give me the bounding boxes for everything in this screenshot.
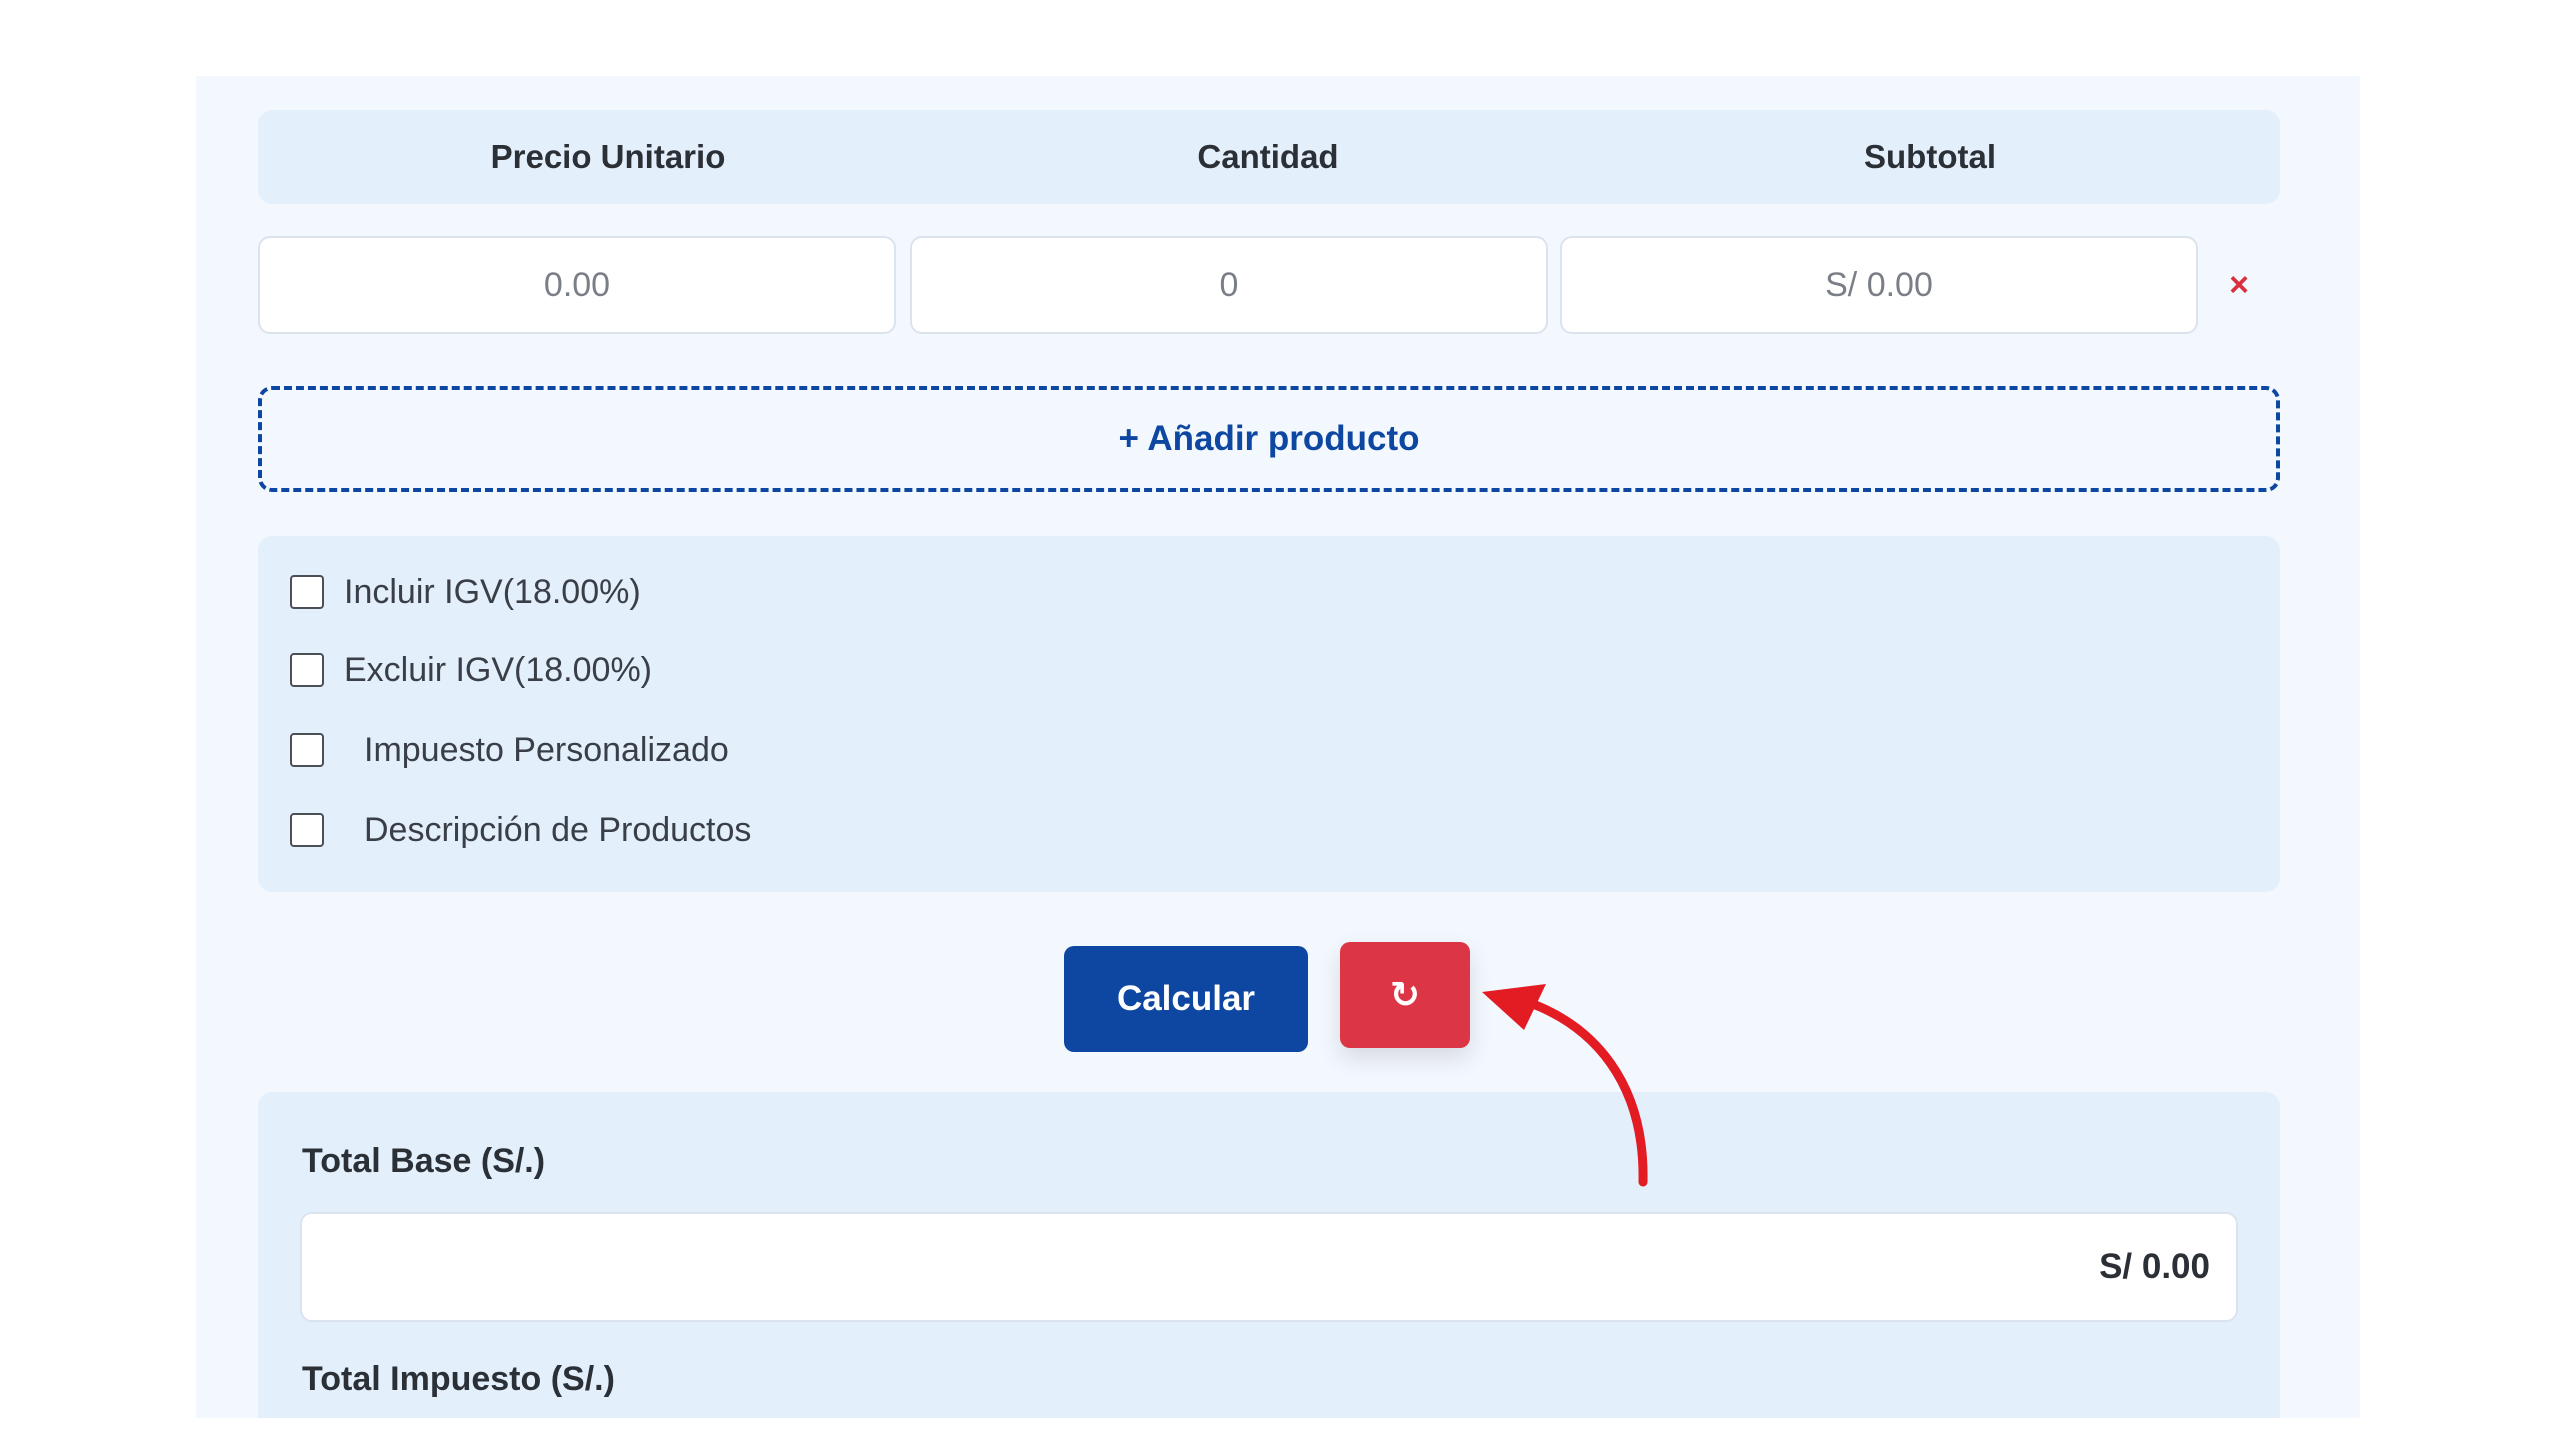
total-base-field: S/ 0.00	[300, 1212, 2238, 1322]
include-igv-label: Incluir IGV(18.00%)	[344, 572, 641, 611]
option-product-description[interactable]: Descripción de Productos	[290, 810, 751, 850]
tax-options: Incluir IGV(18.00%) Excluir IGV(18.00%) …	[258, 536, 2280, 892]
exclude-igv-label: Excluir IGV(18.00%)	[344, 650, 652, 689]
unit-price-input[interactable]: 0.00	[258, 236, 896, 334]
include-igv-checkbox[interactable]	[290, 575, 324, 609]
results-section: Total Base (S/.) S/ 0.00 Total Impuesto …	[258, 1092, 2280, 1418]
refresh-icon: ↻	[1389, 974, 1421, 1015]
custom-tax-checkbox[interactable]	[290, 733, 324, 767]
option-include-igv[interactable]: Incluir IGV(18.00%)	[290, 572, 641, 612]
calculator-panel: Precio Unitario Cantidad Subtotal 0.00 0…	[196, 76, 2360, 1418]
price-column-header: Precio Unitario	[490, 138, 726, 175]
table-header: Precio Unitario Cantidad Subtotal	[258, 110, 2280, 204]
product-description-checkbox[interactable]	[290, 813, 324, 847]
subtotal-column-header: Subtotal	[1864, 138, 1996, 175]
curved-arrow-icon	[1482, 984, 1648, 1187]
option-custom-tax[interactable]: Impuesto Personalizado	[290, 730, 729, 770]
quantity-input[interactable]: 0	[910, 236, 1548, 334]
total-tax-label: Total Impuesto (S/.)	[302, 1360, 615, 1398]
calculate-button[interactable]: Calcular	[1064, 946, 1308, 1052]
add-product-button[interactable]: + Añadir producto	[258, 386, 2280, 492]
reset-button[interactable]: ↻	[1340, 942, 1470, 1048]
product-description-label: Descripción de Productos	[364, 810, 752, 849]
custom-tax-label: Impuesto Personalizado	[364, 730, 729, 769]
total-base-label: Total Base (S/.)	[302, 1142, 546, 1180]
subtotal-field: S/ 0.00	[1560, 236, 2198, 334]
option-exclude-igv[interactable]: Excluir IGV(18.00%)	[290, 650, 652, 690]
quantity-column-header: Cantidad	[1197, 138, 1339, 175]
close-icon[interactable]: ×	[2214, 260, 2264, 310]
exclude-igv-checkbox[interactable]	[290, 653, 324, 687]
